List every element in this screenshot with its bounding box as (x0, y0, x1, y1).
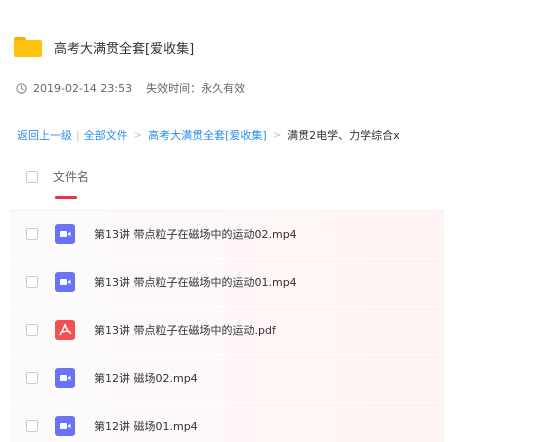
expiry-text: 失效时间：永久有效 (146, 82, 246, 95)
file-name[interactable]: 第13讲 带点粒子在磁场中的运动01.mp4 (94, 274, 297, 290)
table-row[interactable]: 第13讲 带点粒子在磁场中的运动01.mp4 (10, 259, 444, 307)
breadcrumb-arrow: > (272, 129, 282, 141)
table-row[interactable]: 第13讲 带点粒子在磁场中的运动.pdf (10, 307, 444, 355)
video-icon (55, 368, 75, 388)
video-icon (55, 272, 75, 292)
pdf-icon (55, 320, 75, 340)
folder-icon (14, 37, 42, 57)
share-date: 2019-02-14 23:53 (33, 81, 133, 95)
breadcrumb-separator: | (76, 128, 80, 142)
current-folder: 满贯2电学、力学综合x (287, 129, 400, 142)
table-row[interactable]: 第12讲 磁场02.mp4 (10, 355, 444, 403)
file-name[interactable]: 第13讲 带点粒子在磁场中的运动02.mp4 (94, 226, 297, 242)
video-icon (55, 416, 75, 436)
share-panel: 高考大满贯全套[爱收集] 2019-02-14 23:53 失效时间：永久有效 … (0, 0, 444, 442)
file-name[interactable]: 第12讲 磁场02.mp4 (94, 370, 198, 386)
row-checkbox[interactable] (26, 324, 38, 336)
row-checkbox[interactable] (26, 420, 38, 432)
parent-folder-link[interactable]: 高考大满贯全套[爱收集] (148, 127, 267, 143)
sort-indicator (55, 196, 77, 199)
file-list: 第13讲 带点粒子在磁场中的运动02.mp4 第13讲 带点粒子在磁场中的运动0… (10, 211, 444, 442)
file-table-header: 文件名 (10, 154, 444, 211)
row-checkbox[interactable] (26, 372, 38, 384)
table-row[interactable]: 第12讲 磁场01.mp4 (10, 403, 444, 442)
file-name[interactable]: 第13讲 带点粒子在磁场中的运动.pdf (94, 322, 276, 338)
folder-title: 高考大满贯全套[爱收集] (54, 41, 195, 57)
clock-icon (16, 82, 27, 94)
breadcrumb: 返回上一级 | 全部文件 > 高考大满贯全套[爱收集] > 满贯2电学、力学综合… (17, 127, 444, 143)
file-name[interactable]: 第12讲 磁场01.mp4 (94, 418, 198, 434)
row-checkbox[interactable] (26, 228, 38, 240)
back-link[interactable]: 返回上一级 (17, 127, 72, 143)
all-files-link[interactable]: 全部文件 (84, 127, 128, 143)
column-filename[interactable]: 文件名 (53, 168, 89, 185)
row-checkbox[interactable] (26, 276, 38, 288)
folder-meta: 2019-02-14 23:53 失效时间：永久有效 (16, 80, 245, 96)
breadcrumb-arrow: > (133, 129, 143, 141)
select-all-checkbox[interactable] (26, 171, 38, 183)
table-row[interactable]: 第13讲 带点粒子在磁场中的运动02.mp4 (10, 211, 444, 259)
folder-header: 高考大满贯全套[爱收集] (14, 36, 194, 58)
video-icon (55, 224, 75, 244)
